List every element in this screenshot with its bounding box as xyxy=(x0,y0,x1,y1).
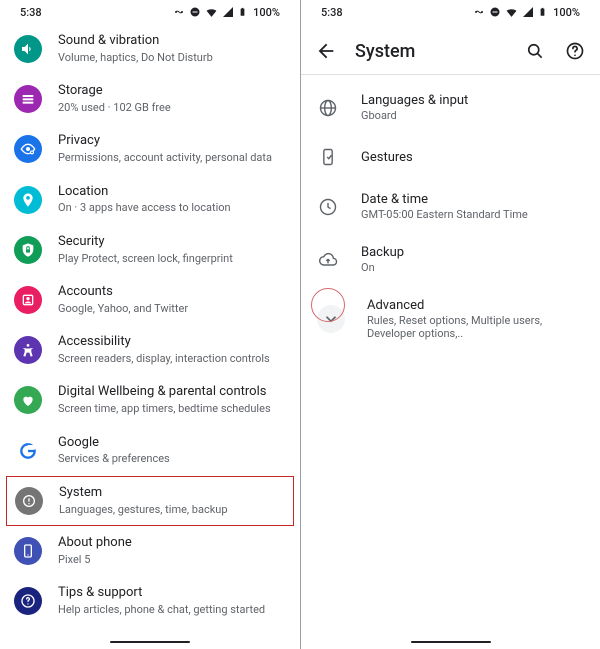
divider xyxy=(301,74,600,75)
status-icons: 100% xyxy=(473,5,580,19)
backup-icon xyxy=(317,249,339,271)
status-time: 5:38 xyxy=(20,6,42,19)
help-button[interactable] xyxy=(564,40,586,62)
page-title: System xyxy=(355,41,506,62)
settings-item-title: Sound & vibration xyxy=(58,33,284,50)
accessibility-icon xyxy=(14,336,42,364)
signal-icon xyxy=(222,6,234,18)
sound-icon xyxy=(14,35,42,63)
wellbeing-icon xyxy=(14,386,42,414)
system-item-backup[interactable]: Backup On xyxy=(301,233,600,286)
phone-right: 5:38 100% System Languages & xyxy=(300,0,600,649)
nfc-icon xyxy=(473,6,485,18)
dnd-icon xyxy=(189,6,201,18)
search-button[interactable] xyxy=(524,40,546,62)
location-icon xyxy=(14,186,42,214)
settings-item-storage[interactable]: Storage 20% used · 102 GB free xyxy=(0,74,300,124)
settings-item-google[interactable]: Google Services & preferences xyxy=(0,426,300,476)
phone-left: 5:38 100% Sound & vibration Volume, hapt… xyxy=(0,0,300,649)
globe-icon xyxy=(317,97,339,119)
settings-item-sub: Volume, haptics, Do Not Disturb xyxy=(58,51,284,65)
settings-item-accounts[interactable]: Accounts Google, Yahoo, and Twitter xyxy=(0,275,300,325)
nfc-icon xyxy=(173,6,185,18)
settings-list: Sound & vibration Volume, haptics, Do No… xyxy=(0,24,300,638)
dnd-icon xyxy=(489,6,501,18)
settings-item-privacy[interactable]: Privacy Permissions, account activity, p… xyxy=(0,124,300,174)
settings-item-wellbeing[interactable]: Digital Wellbeing & parental controls Sc… xyxy=(0,375,300,425)
system-icon xyxy=(15,487,43,515)
wifi-icon xyxy=(505,6,518,19)
status-icons: 100% xyxy=(173,5,280,19)
settings-item-location[interactable]: Location On · 3 apps have access to loca… xyxy=(0,175,300,225)
page-header: System xyxy=(301,24,600,74)
system-item-languages[interactable]: Languages & input Gboard xyxy=(301,81,600,134)
system-item-gestures[interactable]: Gestures xyxy=(301,134,600,180)
settings-item-system[interactable]: System Languages, gestures, time, backup xyxy=(6,476,294,526)
nav-handle[interactable] xyxy=(411,641,491,643)
privacy-icon xyxy=(14,135,42,163)
security-icon xyxy=(14,236,42,264)
system-item-advanced[interactable]: Advanced Rules, Reset options, Multiple … xyxy=(301,286,600,352)
settings-item-security[interactable]: Security Play Protect, screen lock, fing… xyxy=(0,225,300,275)
battery-icon xyxy=(238,5,247,19)
back-button[interactable] xyxy=(315,40,337,62)
battery-percent: 100% xyxy=(253,6,280,19)
gestures-icon xyxy=(317,146,339,168)
settings-item-sound[interactable]: Sound & vibration Volume, haptics, Do No… xyxy=(0,24,300,74)
status-bar: 5:38 100% xyxy=(0,0,300,24)
clock-icon xyxy=(317,196,339,218)
settings-item-tips[interactable]: Tips & support Help articles, phone & ch… xyxy=(0,576,300,626)
nav-handle[interactable] xyxy=(110,641,190,643)
status-bar: 5:38 100% xyxy=(301,0,600,24)
settings-item-about[interactable]: About phone Pixel 5 xyxy=(0,526,300,576)
accounts-icon xyxy=(14,286,42,314)
status-time: 5:38 xyxy=(321,6,343,19)
google-icon xyxy=(14,437,42,465)
signal-icon xyxy=(522,6,534,18)
battery-percent: 100% xyxy=(553,6,580,19)
settings-item-accessibility[interactable]: Accessibility Screen readers, display, i… xyxy=(0,325,300,375)
about-phone-icon xyxy=(14,537,42,565)
chevron-down-icon xyxy=(317,305,345,333)
tips-icon xyxy=(14,587,42,615)
system-item-datetime[interactable]: Date & time GMT-05:00 Eastern Standard T… xyxy=(301,180,600,233)
system-list: Languages & input Gboard Gestures Date &… xyxy=(301,81,600,352)
battery-icon xyxy=(538,5,547,19)
storage-icon xyxy=(14,85,42,113)
wifi-icon xyxy=(205,6,218,19)
